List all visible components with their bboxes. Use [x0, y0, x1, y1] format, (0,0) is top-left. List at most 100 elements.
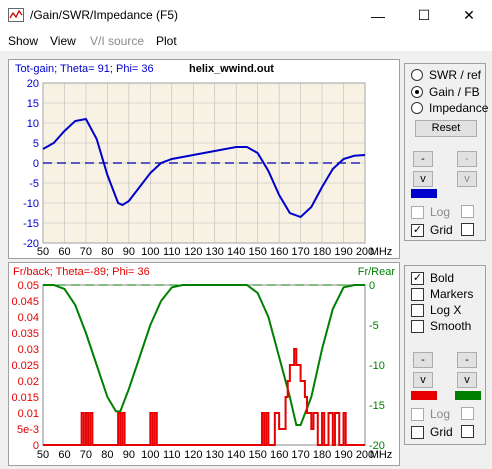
- minimize-button[interactable]: —: [355, 0, 401, 31]
- fb-right-up-button[interactable]: -: [457, 352, 477, 368]
- right-y-tick-label: -10: [369, 360, 385, 372]
- x-tick-label: 90: [123, 246, 135, 258]
- y-tick-label: 15: [27, 98, 39, 110]
- reset-button[interactable]: Reset: [415, 120, 477, 137]
- right-y-tick-label: -15: [369, 400, 385, 412]
- fb-right-log-checkbox: [461, 407, 474, 420]
- left-y-tick-label: 0.04: [18, 312, 39, 324]
- x-tick-label: 170: [291, 246, 309, 258]
- trace-color-swatch[interactable]: [411, 189, 437, 198]
- x-tick-label: 160: [270, 449, 288, 461]
- right-scale-down-button: v: [457, 171, 477, 187]
- markers-checkbox-box: [411, 287, 424, 301]
- radio-impedance[interactable]: Impedance: [411, 100, 488, 116]
- y-tick-label: 10: [27, 118, 39, 130]
- left-y-tick-label: 0.01: [18, 408, 39, 420]
- x-tick-label: 190: [334, 246, 352, 258]
- right-y-tick-label: 0: [369, 280, 375, 292]
- y-tick-label: -5: [29, 178, 39, 190]
- left-y-tick-label: 5e-3: [17, 424, 39, 436]
- bold-checkbox[interactable]: ✓ Bold: [411, 270, 454, 286]
- right-log-checkbox: [461, 205, 474, 218]
- smooth-checkbox[interactable]: Smooth: [411, 318, 471, 334]
- maximize-button[interactable]: ☐: [401, 0, 447, 31]
- fb-right-grid-checkbox[interactable]: [461, 425, 474, 438]
- x-tick-label: 80: [101, 246, 113, 258]
- radio-gain-fb[interactable]: Gain / FB: [411, 84, 480, 100]
- fb-grid-checkbox[interactable]: Grid: [411, 424, 453, 440]
- y-tick-label: 0: [33, 158, 39, 170]
- menu-view[interactable]: View: [50, 34, 76, 48]
- close-icon: ✕: [463, 7, 475, 23]
- left-scale-up-button[interactable]: -: [413, 151, 433, 167]
- bold-label: Bold: [430, 271, 455, 285]
- left-scale-down-button[interactable]: v: [413, 171, 433, 187]
- bold-checkbox-box: ✓: [411, 271, 424, 285]
- left-y-tick-label: 0.025: [11, 360, 39, 372]
- fb-grid-checkbox-box: [411, 425, 424, 439]
- title-bar: /Gain/SWR/Impedance (F5) — ☐ ✕: [0, 0, 492, 31]
- fb-plot: Fr/back; Theta=-89; Phi= 36 Fr/Rear 0 5e-…: [11, 266, 396, 461]
- x-tick-label: 140: [227, 246, 245, 258]
- right-grid-checkbox[interactable]: [461, 223, 474, 236]
- y-tick-label: 5: [33, 138, 39, 150]
- smooth-checkbox-box: [411, 319, 424, 333]
- fb-left-up-button[interactable]: -: [413, 352, 433, 368]
- left-y-tick-label: 0.02: [18, 376, 39, 388]
- x-tick-label: 180: [313, 449, 331, 461]
- radio-swr[interactable]: SWR / ref: [411, 67, 481, 83]
- menu-vi-source: V/I source: [90, 34, 145, 48]
- fb-log-checkbox: Log: [411, 406, 450, 422]
- fb-left-color-swatch[interactable]: [411, 391, 437, 400]
- log-checkbox: Log: [411, 204, 450, 220]
- gain-plot: Tot-gain; Theta= 91; Phi= 36 helix_wwind…: [15, 63, 392, 258]
- radio-gain-fb-label: Gain / FB: [429, 85, 480, 99]
- fb-left-down-button[interactable]: v: [413, 372, 433, 388]
- x-tick-label: 90: [123, 449, 135, 461]
- grid-checkbox[interactable]: ✓ Grid: [411, 222, 453, 238]
- markers-label: Markers: [430, 287, 474, 301]
- radio-swr-label: SWR / ref: [429, 68, 482, 82]
- x-tick-label: 70: [80, 246, 92, 258]
- fb-plot-title: Fr/back; Theta=-89; Phi= 36: [13, 266, 150, 278]
- y-tick-label: -10: [23, 198, 39, 210]
- x-tick-label: 110: [163, 246, 181, 258]
- x-tick-label: 180: [313, 246, 331, 258]
- close-button[interactable]: ✕: [446, 0, 492, 31]
- log-label: Log: [430, 205, 451, 219]
- menu-show[interactable]: Show: [8, 34, 38, 48]
- fb-log-label: Log: [430, 407, 451, 421]
- markers-checkbox[interactable]: Markers: [411, 286, 473, 302]
- radio-impedance-dot: [411, 102, 423, 114]
- grid-checkbox-box: ✓: [411, 223, 424, 237]
- x-tick-label: 120: [184, 449, 202, 461]
- fb-grid-label: Grid: [430, 425, 453, 439]
- x-tick-label: 130: [206, 246, 224, 258]
- gain-plot-title: Tot-gain; Theta= 91; Phi= 36: [15, 63, 154, 75]
- plot-type-controls: SWR / ref Gain / FB Impedance Reset - - …: [404, 63, 488, 241]
- fb-right-color-swatch[interactable]: [455, 391, 481, 400]
- logx-checkbox[interactable]: Log X: [411, 302, 461, 318]
- menu-bar: Show View V/I source Plot: [0, 31, 492, 51]
- minimize-icon: —: [371, 7, 385, 24]
- x-tick-label: 130: [206, 449, 224, 461]
- logx-checkbox-box: [411, 303, 424, 317]
- fr-rear-label: Fr/Rear: [358, 266, 396, 278]
- x-tick-label: 100: [141, 449, 159, 461]
- x-tick-label: 160: [270, 246, 288, 258]
- radio-swr-dot: [411, 69, 423, 81]
- right-y-tick-label: -5: [369, 320, 379, 332]
- menu-plot[interactable]: Plot: [156, 34, 177, 48]
- smooth-label: Smooth: [430, 319, 472, 333]
- logx-label: Log X: [430, 303, 462, 317]
- x-tick-label: 190: [334, 449, 352, 461]
- radio-gain-fb-dot: [411, 86, 423, 98]
- x-tick-label: 80: [101, 449, 113, 461]
- x-tick-label: 100: [141, 246, 159, 258]
- gain-plot-panel: Tot-gain; Theta= 91; Phi= 36 helix_wwind…: [8, 59, 400, 259]
- left-y-tick-label: 0.045: [11, 296, 39, 308]
- fb-right-down-button[interactable]: v: [457, 372, 477, 388]
- x-tick-label: 170: [291, 449, 309, 461]
- window-title: /Gain/SWR/Impedance (F5): [30, 8, 179, 22]
- x-tick-label: 70: [80, 449, 92, 461]
